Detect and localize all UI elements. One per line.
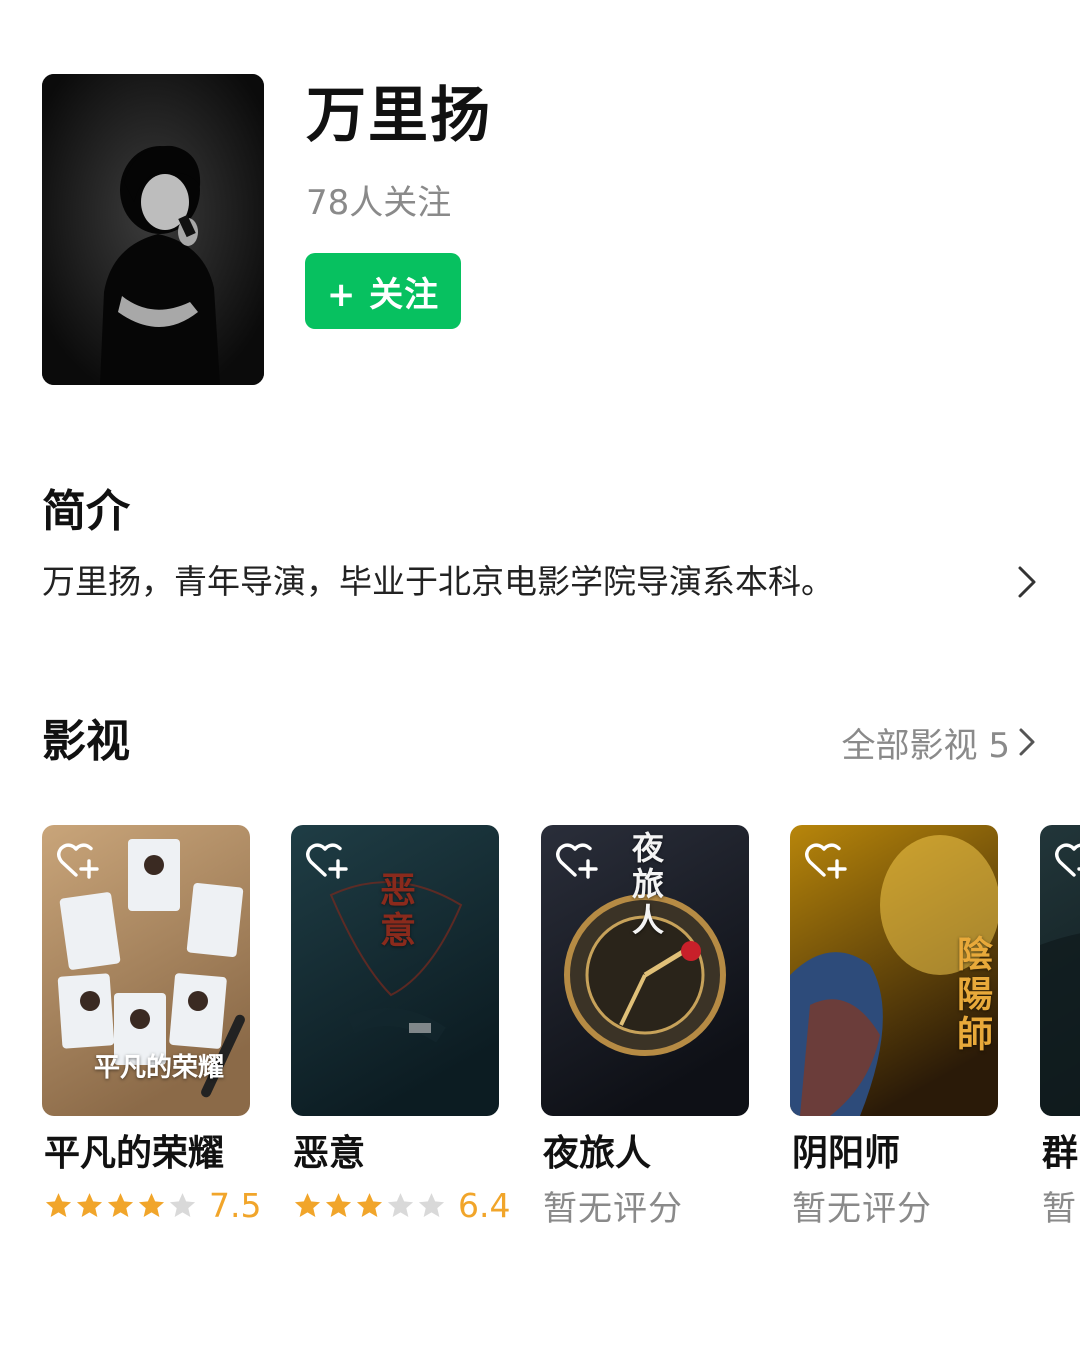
all-films-link[interactable]: 全部影视 5 xyxy=(842,718,1036,766)
no-rating-text: 暂无评分 xyxy=(792,1188,932,1229)
films-heading: 影视 xyxy=(42,716,130,767)
film-title: 群 xyxy=(1042,1133,1079,1174)
film-title: 恶意 xyxy=(293,1133,366,1174)
star-icon xyxy=(45,1192,72,1217)
chevron-right-icon xyxy=(1018,727,1036,757)
poster-title-text: 平凡的荣耀 xyxy=(94,1053,225,1083)
films-carousel[interactable]: 平凡的荣耀 平凡的荣耀 7.5 恶意 恶意 6.4 夜旅人 夜旅人 暂无评分 陰陽師 阴阳师 暂无评分… xyxy=(0,825,1080,1245)
all-films-label: 全部影视 5 xyxy=(841,725,1010,766)
star-icon xyxy=(418,1192,445,1217)
film-rating: 7.5 xyxy=(44,1185,261,1225)
star-icon xyxy=(169,1192,196,1217)
heart-plus-icon[interactable] xyxy=(555,841,599,881)
poster-title-text: 夜旅人 xyxy=(627,831,665,939)
star-icon xyxy=(76,1192,103,1217)
person-silhouette xyxy=(42,74,264,385)
film-poster[interactable]: 平凡的荣耀 xyxy=(42,825,250,1116)
no-rating-text: 暂 xyxy=(1042,1188,1077,1229)
film-card[interactable]: 群暂 xyxy=(1040,825,1080,1229)
poster-title-text: 恶意 xyxy=(374,871,416,951)
no-rating-text: 暂无评分 xyxy=(543,1188,683,1229)
film-card[interactable]: 恶意 恶意 6.4 xyxy=(291,825,510,1225)
film-poster[interactable]: 陰陽師 xyxy=(790,825,998,1116)
star-icon xyxy=(107,1192,134,1217)
film-card[interactable]: 夜旅人 夜旅人 暂无评分 xyxy=(541,825,749,1229)
intro-heading: 简介 xyxy=(42,486,130,537)
intro-row[interactable]: 万里扬，青年导演，毕业于北京电影学院导演系本科。 xyxy=(42,556,1038,608)
heart-plus-icon[interactable] xyxy=(804,841,848,881)
film-rating: 暂 xyxy=(1042,1185,1077,1229)
chevron-right-icon xyxy=(1016,565,1038,599)
film-rating: 暂无评分 xyxy=(543,1185,683,1229)
star-icon xyxy=(294,1192,321,1217)
star-icon xyxy=(138,1192,165,1217)
follower-count: 78人关注 xyxy=(306,183,452,223)
film-card[interactable]: 平凡的荣耀 平凡的荣耀 7.5 xyxy=(42,825,261,1225)
director-name: 万里扬 xyxy=(306,81,492,151)
star-icon xyxy=(387,1192,414,1217)
film-title: 平凡的荣耀 xyxy=(44,1133,225,1174)
star-rating xyxy=(293,1191,446,1220)
follow-button[interactable]: + 关注 xyxy=(305,253,461,329)
film-rating: 6.4 xyxy=(293,1185,510,1225)
rating-score: 7.5 xyxy=(209,1185,262,1225)
film-poster[interactable] xyxy=(1040,825,1080,1116)
star-icon xyxy=(356,1192,383,1217)
heart-plus-icon[interactable] xyxy=(56,841,100,881)
star-rating xyxy=(44,1191,197,1220)
film-title: 夜旅人 xyxy=(543,1133,652,1174)
film-rating: 暂无评分 xyxy=(792,1185,932,1229)
star-icon xyxy=(325,1192,352,1217)
profile-photo xyxy=(42,74,264,385)
heart-plus-icon[interactable] xyxy=(1054,841,1080,881)
film-poster[interactable]: 夜旅人 xyxy=(541,825,749,1116)
heart-plus-icon[interactable] xyxy=(305,841,349,881)
poster-title-text: 陰陽師 xyxy=(951,935,993,1055)
intro-text: 万里扬，青年导演，毕业于北京电影学院导演系本科。 xyxy=(42,562,834,601)
film-poster[interactable]: 恶意 xyxy=(291,825,499,1116)
film-title: 阴阳师 xyxy=(792,1133,901,1174)
film-card[interactable]: 陰陽師阴阳师暂无评分 xyxy=(790,825,998,1229)
rating-score: 6.4 xyxy=(458,1185,511,1225)
